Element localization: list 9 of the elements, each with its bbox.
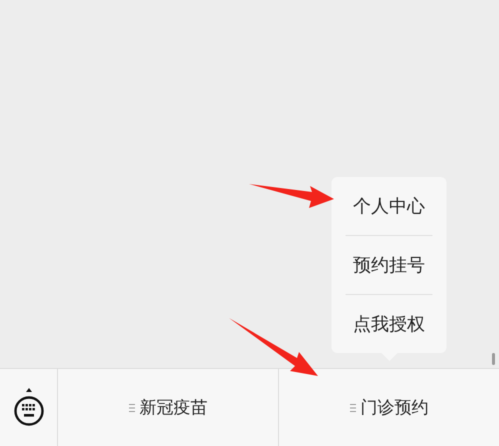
- submenu-item[interactable]: 预约挂号: [346, 236, 432, 294]
- menu-button[interactable]: 新冠疫苗: [120, 390, 216, 425]
- menu-lines-icon: [128, 404, 134, 412]
- keyboard-icon[interactable]: [12, 386, 44, 428]
- scrollbar: [492, 353, 495, 365]
- menu-button[interactable]: 门诊预约: [342, 390, 436, 425]
- menu-lines-icon: [350, 404, 356, 412]
- submenu-item[interactable]: 个人中心: [346, 177, 432, 235]
- submenu-item[interactable]: 点我授权: [346, 295, 432, 353]
